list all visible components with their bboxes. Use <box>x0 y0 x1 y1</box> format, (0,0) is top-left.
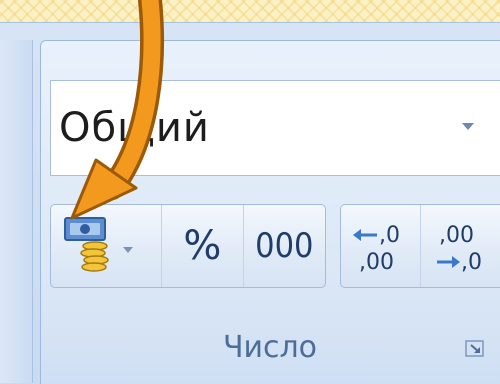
decrease-decimal-top: ,00 <box>439 223 474 248</box>
currency-format-icon <box>63 214 113 278</box>
dialog-launcher-icon <box>465 340 485 358</box>
chevron-down-icon[interactable] <box>462 123 474 130</box>
increase-decimal-bottom: ,00 <box>359 250 394 275</box>
decimal-buttons-group: ,0 ,00 ,00 ,0 <box>340 204 500 288</box>
format-buttons-group: % 000 <box>50 204 326 288</box>
currency-format-button[interactable] <box>51 205 162 287</box>
number-format-dropdown[interactable]: Общий <box>50 80 500 176</box>
comma-style-button[interactable]: 000 <box>244 205 325 287</box>
decrease-decimal-icon: ,00 ,0 <box>429 215 491 277</box>
increase-decimal-button[interactable]: ,0 ,00 <box>341 205 421 287</box>
previous-group-edge <box>0 40 33 383</box>
increase-decimal-top: ,0 <box>379 223 400 248</box>
group-label: Число <box>160 330 380 365</box>
number-format-value: Общий <box>59 105 210 151</box>
decrease-decimal-bottom: ,0 <box>461 250 482 275</box>
chevron-down-icon[interactable] <box>123 247 133 253</box>
increase-decimal-icon: ,0 ,00 <box>349 215 411 277</box>
percent-style-button[interactable]: % <box>162 205 243 287</box>
dialog-launcher-button[interactable] <box>465 340 485 358</box>
decrease-decimal-button[interactable]: ,00 ,0 <box>421 205 500 287</box>
